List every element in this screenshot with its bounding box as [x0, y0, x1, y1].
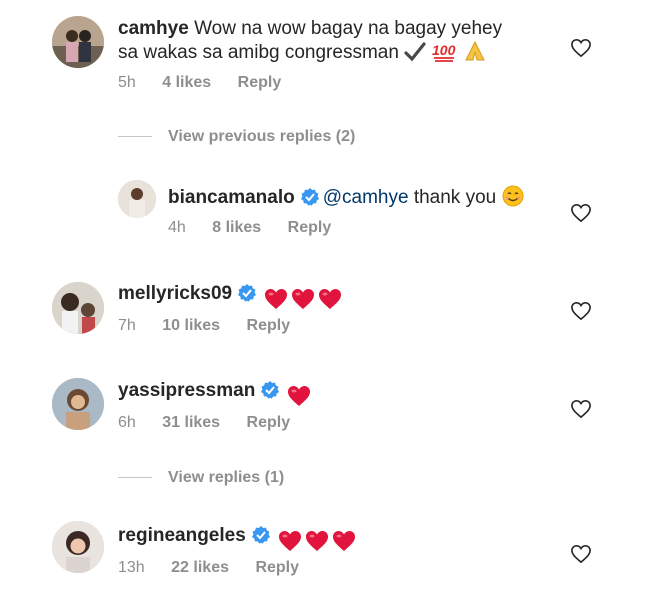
avatar-image	[52, 282, 104, 334]
comment-body-line2: sa wakas sa amibg congressman	[118, 42, 399, 63]
folded-hands-emoji-icon	[463, 40, 487, 68]
heart-emoji-icon	[265, 288, 288, 309]
comment-text-continued: sa wakas sa amibg congressman 100	[118, 40, 487, 68]
comment-meta: 13h 22 likes Reply	[118, 559, 321, 577]
reply-button[interactable]: Reply	[238, 74, 282, 91]
username[interactable]: regineangeles	[118, 525, 246, 546]
view-replies-link[interactable]: View replies (1)	[118, 469, 284, 487]
smile-emoji-icon	[502, 185, 524, 213]
comment-meta: 6h 31 likes Reply	[118, 414, 312, 432]
timestamp[interactable]: 5h	[118, 74, 136, 91]
comment-text: biancamanalo @camhye thank you	[168, 185, 524, 213]
like-heart-outline-icon[interactable]	[570, 399, 592, 419]
heart-emojis	[278, 530, 359, 552]
view-previous-replies-link[interactable]: View previous replies (2)	[118, 128, 355, 146]
reply-button[interactable]: Reply	[255, 559, 299, 576]
timestamp[interactable]: 6h	[118, 414, 136, 431]
verified-badge-icon	[238, 284, 257, 302]
avatar[interactable]	[118, 180, 156, 218]
comment-meta: 4h 8 likes Reply	[168, 219, 353, 237]
avatar[interactable]	[52, 16, 104, 68]
timestamp[interactable]: 13h	[118, 559, 145, 576]
likes-count[interactable]: 10 likes	[162, 317, 220, 334]
view-replies-label: View replies (1)	[168, 469, 285, 486]
timestamp[interactable]: 7h	[118, 317, 136, 334]
comment-text: regineangeles	[118, 525, 359, 552]
heart-emoji-icon	[278, 530, 301, 551]
view-previous-replies-label: View previous replies (2)	[168, 128, 356, 145]
hundred-emoji-icon: 100	[431, 40, 457, 68]
like-heart-outline-icon[interactable]	[570, 301, 592, 321]
likes-count[interactable]: 31 likes	[162, 414, 220, 431]
username[interactable]: yassipressman	[118, 380, 255, 401]
username[interactable]: camhye	[118, 18, 189, 39]
comment-text: yassipressman	[118, 380, 314, 407]
mention-link[interactable]: @camhye	[323, 187, 409, 208]
likes-count[interactable]: 22 likes	[171, 559, 229, 576]
heart-emoji-icon	[288, 385, 311, 406]
avatar[interactable]	[52, 521, 104, 573]
like-heart-outline-icon[interactable]	[570, 38, 592, 58]
avatar-image	[118, 180, 156, 218]
comment-body: Wow na wow bagay na bagay yehey	[194, 18, 503, 39]
avatar-image	[52, 521, 104, 573]
heart-emoji-icon	[319, 288, 342, 309]
heart-emoji-icon	[305, 530, 328, 551]
comment-body: thank you	[413, 187, 497, 208]
check-emoji-icon	[404, 42, 426, 68]
avatar[interactable]	[52, 282, 104, 334]
comment-meta: 5h 4 likes Reply	[118, 74, 303, 92]
like-heart-outline-icon[interactable]	[570, 544, 592, 564]
comment-text: mellyricks09	[118, 283, 345, 310]
comment-meta: 7h 10 likes Reply	[118, 317, 312, 335]
reply-button[interactable]: Reply	[247, 317, 291, 334]
like-heart-outline-icon[interactable]	[570, 203, 592, 223]
heart-emojis	[287, 385, 314, 407]
reply-button[interactable]: Reply	[247, 414, 291, 431]
username[interactable]: mellyricks09	[118, 283, 232, 304]
timestamp[interactable]: 4h	[168, 219, 186, 236]
svg-text:100: 100	[432, 42, 456, 58]
heart-emojis	[264, 288, 345, 310]
divider	[118, 477, 152, 479]
heart-emoji-icon	[292, 288, 315, 309]
avatar[interactable]	[52, 378, 104, 430]
verified-badge-icon	[300, 188, 319, 206]
heart-emoji-icon	[332, 530, 355, 551]
username[interactable]: biancamanalo	[168, 187, 295, 208]
likes-count[interactable]: 8 likes	[212, 219, 261, 236]
verified-badge-icon	[251, 526, 270, 544]
avatar-image	[52, 378, 104, 430]
verified-badge-icon	[261, 381, 280, 399]
comment-text: camhye Wow na wow bagay na bagay yehey	[118, 18, 502, 40]
likes-count[interactable]: 4 likes	[162, 74, 211, 91]
reply-button[interactable]: Reply	[288, 219, 332, 236]
avatar-image	[52, 16, 104, 68]
divider	[118, 136, 152, 138]
